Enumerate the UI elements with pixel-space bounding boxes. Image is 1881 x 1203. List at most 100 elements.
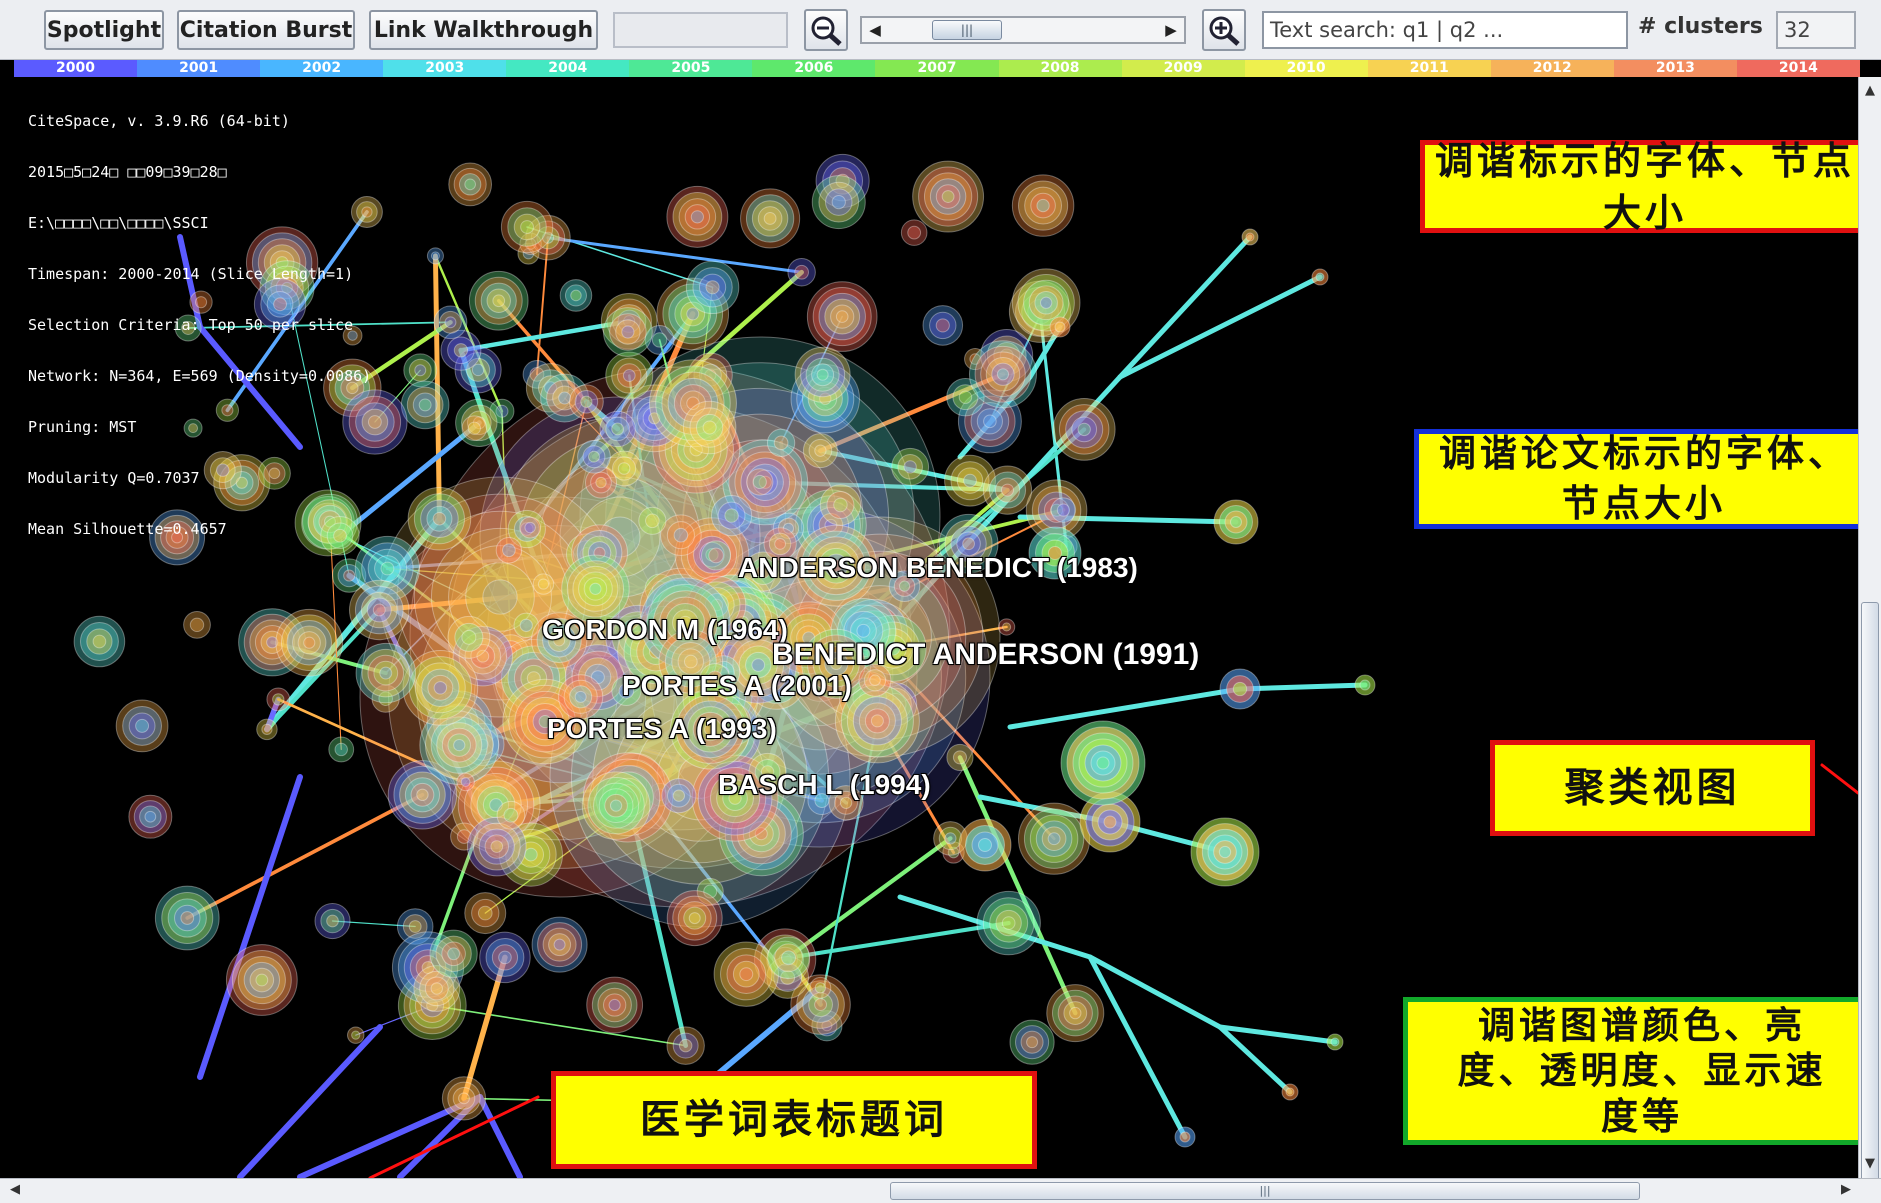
network-node[interactable] (891, 447, 930, 486)
network-node[interactable] (402, 649, 479, 726)
zoom-in-button[interactable] (1202, 9, 1246, 51)
network-node[interactable] (433, 305, 468, 340)
network-node[interactable] (976, 890, 1041, 956)
slider-right-arrow-icon[interactable]: ▶ (1160, 20, 1182, 40)
network-node[interactable] (1354, 674, 1376, 696)
vertical-scroll-thumb[interactable] (1861, 602, 1879, 1197)
node-label[interactable]: GORDON M (1964) (542, 614, 788, 646)
network-node[interactable] (586, 976, 644, 1034)
network-node[interactable] (666, 1026, 705, 1065)
scroll-left-icon[interactable]: ◀ (6, 1182, 24, 1200)
network-node[interactable] (997, 618, 1016, 636)
network-node[interactable] (1052, 397, 1116, 461)
network-node[interactable] (1190, 817, 1260, 887)
network-node[interactable] (577, 439, 611, 474)
network-node[interactable] (1219, 668, 1261, 710)
network-node[interactable] (1174, 1126, 1196, 1148)
network-node[interactable] (73, 615, 126, 668)
network-node[interactable] (1011, 174, 1075, 237)
slider-left-arrow-icon[interactable]: ◀ (864, 20, 886, 40)
node-label[interactable]: ANDERSON BENEDICT (1983) (738, 552, 1138, 584)
network-node[interactable] (682, 400, 737, 455)
network-node[interactable] (809, 976, 832, 999)
network-node[interactable] (1326, 1033, 1344, 1051)
network-node[interactable] (581, 771, 651, 840)
network-node[interactable] (746, 468, 774, 496)
network-node[interactable] (275, 608, 344, 677)
network-node[interactable] (685, 260, 740, 315)
network-node[interactable] (794, 346, 851, 403)
network-node[interactable] (900, 219, 928, 246)
network-node[interactable] (314, 902, 351, 940)
network-node[interactable] (407, 486, 472, 551)
network-node[interactable] (661, 778, 697, 814)
network-node[interactable] (346, 1026, 365, 1044)
network-node[interactable] (766, 428, 796, 458)
zoom-slider[interactable]: ◀ ||| ▶ (860, 16, 1186, 44)
network-node[interactable] (426, 247, 444, 265)
horizontal-scrollbar[interactable]: ◀ ||| ▶ (0, 1178, 1881, 1203)
node-label[interactable]: PORTES A (2001) (622, 670, 852, 702)
network-node[interactable] (912, 160, 985, 233)
network-canvas[interactable]: CiteSpace, v. 3.9.R6 (64-bit) 2015□5□24□… (0, 77, 1858, 1178)
network-node[interactable] (328, 736, 355, 763)
network-node[interactable] (787, 258, 816, 287)
network-node[interactable] (1049, 316, 1071, 338)
network-node[interactable] (1046, 984, 1105, 1043)
network-node[interactable] (355, 642, 416, 704)
network-node[interactable] (519, 516, 542, 539)
network-node[interactable] (115, 699, 169, 753)
network-node[interactable] (599, 410, 636, 448)
network-node[interactable] (225, 944, 298, 1016)
network-node[interactable] (532, 573, 555, 595)
network-node[interactable] (802, 433, 838, 469)
network-node[interactable] (568, 384, 604, 420)
network-node[interactable] (1213, 499, 1259, 545)
network-node[interactable] (559, 279, 593, 312)
scroll-right-icon[interactable]: ▶ (1837, 1182, 1855, 1200)
network-node[interactable] (429, 929, 478, 978)
network-node[interactable] (1060, 720, 1146, 806)
network-node[interactable] (666, 890, 723, 947)
network-node[interactable] (1009, 1019, 1055, 1065)
network-node[interactable] (982, 465, 1033, 515)
network-node[interactable] (1050, 497, 1077, 523)
network-node[interactable] (605, 351, 654, 400)
network-node[interactable] (561, 554, 630, 624)
clusters-count-field[interactable]: 32 (1776, 11, 1856, 49)
network-node[interactable] (968, 340, 1037, 409)
network-node[interactable] (1241, 228, 1259, 246)
zoom-out-button[interactable] (804, 9, 848, 51)
network-node[interactable] (183, 610, 211, 639)
network-node[interactable] (461, 415, 488, 441)
network-node[interactable] (496, 800, 526, 830)
network-node[interactable] (740, 188, 801, 249)
network-node[interactable] (922, 305, 964, 346)
network-node[interactable] (441, 1076, 487, 1121)
network-node[interactable] (256, 718, 278, 741)
network-node[interactable] (700, 540, 732, 571)
network-node[interactable] (349, 579, 410, 641)
network-node[interactable] (660, 514, 702, 557)
network-node[interactable] (1017, 802, 1091, 875)
network-node[interactable] (500, 200, 554, 254)
node-label[interactable]: BASCH L (1994) (718, 769, 931, 801)
network-node[interactable] (495, 537, 523, 564)
network-node[interactable] (154, 885, 220, 951)
network-node[interactable] (811, 175, 866, 230)
network-node[interactable] (958, 818, 1012, 872)
network-node[interactable] (447, 615, 491, 659)
vertical-scrollbar[interactable]: ▲ ▼ (1858, 77, 1881, 1197)
text-search-input[interactable]: Text search: q1 | q2 ... (1262, 11, 1628, 49)
network-node[interactable] (806, 281, 878, 352)
node-label[interactable]: PORTES A (1993) (547, 713, 777, 745)
network-node[interactable] (266, 687, 291, 712)
network-node[interactable] (638, 506, 667, 535)
network-node[interactable] (819, 484, 862, 526)
network-node[interactable] (468, 270, 529, 331)
spotlight-button[interactable]: Spotlight (44, 10, 164, 50)
network-node[interactable] (128, 794, 173, 839)
network-node[interactable] (456, 772, 475, 792)
network-node[interactable] (448, 162, 493, 207)
network-node[interactable] (531, 916, 588, 973)
